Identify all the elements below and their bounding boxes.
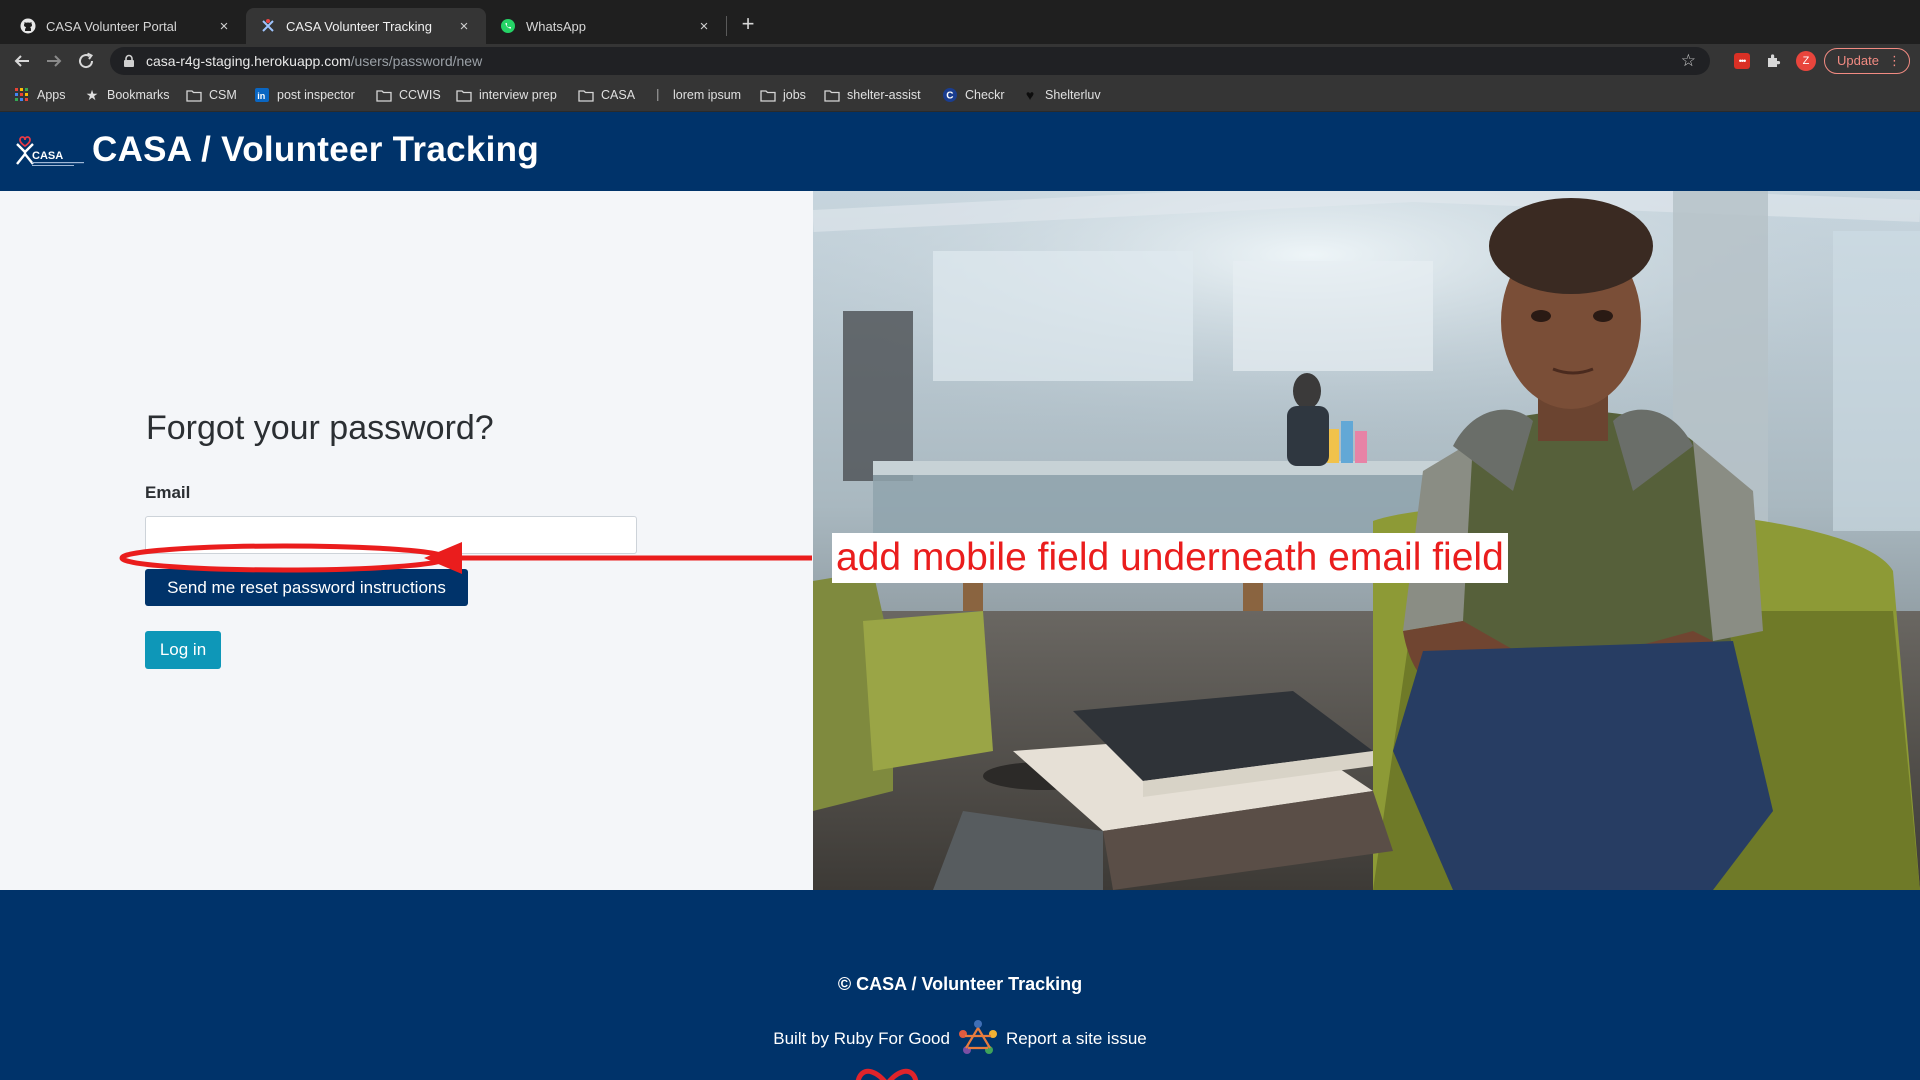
folder-icon [456,88,472,102]
bookmark-label: Bookmarks [107,88,170,102]
bookmark-shelter-assist[interactable]: shelter-assist [824,86,921,104]
update-button[interactable]: Update ⋮ [1824,48,1910,74]
tab-label: CASA Volunteer Portal [46,18,177,34]
bookmark-label: CSM [209,88,237,102]
address-bar[interactable]: casa-r4g-staging.herokuapp.com/users/pas… [110,47,1710,75]
bookmark-casa[interactable]: CASA [578,86,635,104]
bookmark-bookmarks[interactable]: ★ Bookmarks [84,86,170,104]
footer-copyright: © CASA / Volunteer Tracking [837,974,1083,994]
folder-icon [824,88,840,102]
logo-text: CASA [32,150,63,162]
back-icon[interactable] [10,49,34,73]
profile-avatar[interactable]: Z [1796,51,1816,71]
bookmark-label: shelter-assist [847,88,921,102]
bookmark-shelterluv[interactable]: ♥ Shelterluv [1022,86,1101,104]
heart-icon: ♥ [1025,87,1035,103]
bookmark-apps[interactable]: Apps [14,86,66,104]
bookmark-label: Checkr [965,88,1005,102]
web-page: CASA CASA / Volunteer Tracking Forgot yo… [0,112,1920,1080]
bookmark-label: Apps [37,88,66,102]
bookmark-label: interview prep [479,88,557,102]
whatsapp-icon [500,18,516,34]
github-icon [20,18,36,34]
page-title: Forgot your password? [146,409,494,447]
close-icon[interactable]: × [216,18,232,35]
lock-icon [122,54,136,68]
send-reset-instructions-button[interactable]: Send me reset password instructions [145,569,468,606]
password-reset-panel: Forgot your password? Email Send me rese… [0,191,813,890]
reload-icon[interactable] [74,49,98,73]
bookmark-interview-prep[interactable]: interview prep [456,86,557,104]
tab-whatsapp[interactable]: WhatsApp × [486,8,726,44]
star-icon: ★ [85,86,99,103]
folder-icon [376,88,392,102]
bookmark-label: CASA [601,88,636,102]
checkr-icon: C [942,88,958,102]
extensions-puzzle-icon[interactable] [1764,51,1784,71]
site-title[interactable]: CASA / Volunteer Tracking [92,130,539,170]
heart-logo-icon [855,1068,919,1080]
apps-grid-icon [14,88,30,102]
bookmark-label: post inspector [277,88,355,102]
close-icon[interactable]: × [696,18,712,35]
footer-links: Built by Ruby For Good Report a site iss… [0,1018,1920,1060]
bookmark-ccwis[interactable]: CCWIS [376,86,441,104]
bookmark-label: CCWIS [399,88,441,102]
report-site-issue-link[interactable]: Report a site issue [1006,1029,1147,1049]
email-label: Email [145,483,191,502]
tab-separator [726,16,727,36]
bookmark-label: lorem ipsum [673,88,742,102]
browser-toolbar: casa-r4g-staging.herokuapp.com/users/pas… [0,44,1920,78]
folder-icon [760,88,776,102]
extension-icon[interactable]: ••• [1734,53,1750,69]
page-icon [650,88,666,102]
bookmark-label: jobs [783,88,806,102]
bookmark-jobs[interactable]: jobs [760,86,806,104]
browser-tab-strip: CASA Volunteer Portal × CASA Volunteer T… [0,0,1920,44]
url-path: /users/password/new [350,53,483,69]
site-header: CASA CASA / Volunteer Tracking [0,112,1920,191]
update-label: Update [1837,53,1879,68]
forward-icon[interactable] [42,49,66,73]
casa-logo[interactable]: CASA [14,134,88,170]
tab-label: WhatsApp [526,18,586,34]
new-tab-button[interactable]: + [736,12,760,36]
bookmark-star-icon[interactable]: ☆ [1681,51,1696,71]
tab-label: CASA Volunteer Tracking [286,18,432,34]
svg-text:C: C [946,91,953,102]
built-by-link[interactable]: Built by Ruby For Good [773,1029,950,1049]
svg-text:in: in [257,91,265,101]
bookmark-post-inspector[interactable]: in post inspector [254,86,355,104]
email-input[interactable] [145,516,637,554]
folder-icon [578,88,594,102]
ruby-for-good-logo-icon[interactable] [956,1018,1000,1060]
bookmarks-bar: Apps ★ Bookmarks CSM in post inspector C… [0,78,1920,112]
folder-icon [186,88,202,102]
bookmark-lorem-ipsum[interactable]: lorem ipsum [650,86,741,104]
kebab-menu-icon[interactable]: ⋮ [1888,49,1901,73]
close-icon[interactable]: × [456,18,472,35]
linkedin-icon: in [254,88,270,102]
site-footer: © CASA / Volunteer Tracking Built by Rub… [0,890,1920,1080]
bookmark-csm[interactable]: CSM [186,86,237,104]
bookmark-label: Shelterluv [1045,88,1101,102]
url-host: casa-r4g-staging.herokuapp.com [146,53,351,69]
bookmark-checkr[interactable]: C Checkr [942,86,1005,104]
tab-casa-volunteer-tracking[interactable]: CASA Volunteer Tracking × [246,8,486,44]
casa-icon [260,18,276,34]
annotation-note: add mobile field underneath email field [832,533,1508,583]
log-in-button[interactable]: Log in [145,631,221,669]
tab-casa-volunteer-portal[interactable]: CASA Volunteer Portal × [6,8,246,44]
